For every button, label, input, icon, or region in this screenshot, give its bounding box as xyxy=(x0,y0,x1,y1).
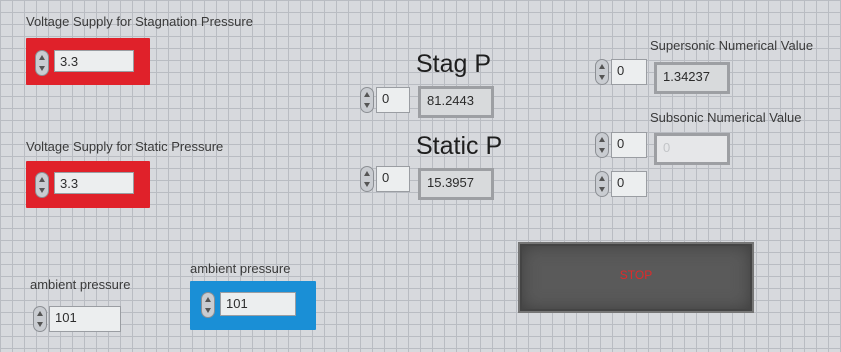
ambient-pressure-left-label: ambient pressure xyxy=(30,277,131,292)
supersonic-value: 1.34237 xyxy=(657,65,727,91)
ambient-pressure-right-spinner[interactable] xyxy=(201,292,215,318)
ambient-pressure-right-input[interactable]: 101 xyxy=(220,292,296,316)
supersonic-index-input[interactable]: 0 xyxy=(611,59,647,85)
subsonic-index2-input[interactable]: 0 xyxy=(611,171,647,197)
stagnation-voltage-label: Voltage Supply for Stagnation Pressure xyxy=(26,14,253,29)
supersonic-index-spinner[interactable] xyxy=(595,59,609,85)
stag-p-value: 81.2443 xyxy=(421,89,491,115)
stagnation-voltage-spinner[interactable] xyxy=(35,50,49,76)
stag-p-title: Stag P xyxy=(416,50,492,78)
static-p-index-spinner[interactable] xyxy=(360,166,374,192)
static-p-index-input[interactable]: 0 xyxy=(376,166,410,192)
stagnation-voltage-input[interactable]: 3.3 xyxy=(54,50,134,72)
supersonic-indicator: 1.34237 xyxy=(654,62,730,94)
subsonic-index-spinner[interactable] xyxy=(595,132,609,158)
stag-p-indicator: 81.2443 xyxy=(418,86,494,118)
ambient-pressure-right-panel: 101 xyxy=(190,281,316,330)
subsonic-indicator: 0 xyxy=(654,133,730,165)
stag-p-index-spinner[interactable] xyxy=(360,87,374,113)
subsonic-label: Subsonic Numerical Value xyxy=(650,110,802,125)
static-p-title: Static P xyxy=(416,132,503,160)
subsonic-index-input[interactable]: 0 xyxy=(611,132,647,158)
static-voltage-input[interactable]: 3.3 xyxy=(54,172,134,194)
ambient-pressure-right-label: ambient pressure xyxy=(190,261,291,276)
static-p-value: 15.3957 xyxy=(421,171,491,197)
supersonic-label: Supersonic Numerical Value xyxy=(650,38,814,53)
static-p-indicator: 15.3957 xyxy=(418,168,494,200)
static-voltage-spinner[interactable] xyxy=(35,172,49,198)
ambient-pressure-left-input[interactable]: 101 xyxy=(49,306,121,332)
subsonic-value: 0 xyxy=(657,136,727,162)
ambient-pressure-left-spinner[interactable] xyxy=(33,306,47,332)
stagnation-voltage-panel: 3.3 xyxy=(26,38,150,85)
stop-button[interactable]: STOP xyxy=(518,242,754,313)
static-voltage-label: Voltage Supply for Static Pressure xyxy=(26,139,224,154)
subsonic-index2-spinner[interactable] xyxy=(595,171,609,197)
static-voltage-panel: 3.3 xyxy=(26,161,150,208)
stag-p-index-input[interactable]: 0 xyxy=(376,87,410,113)
